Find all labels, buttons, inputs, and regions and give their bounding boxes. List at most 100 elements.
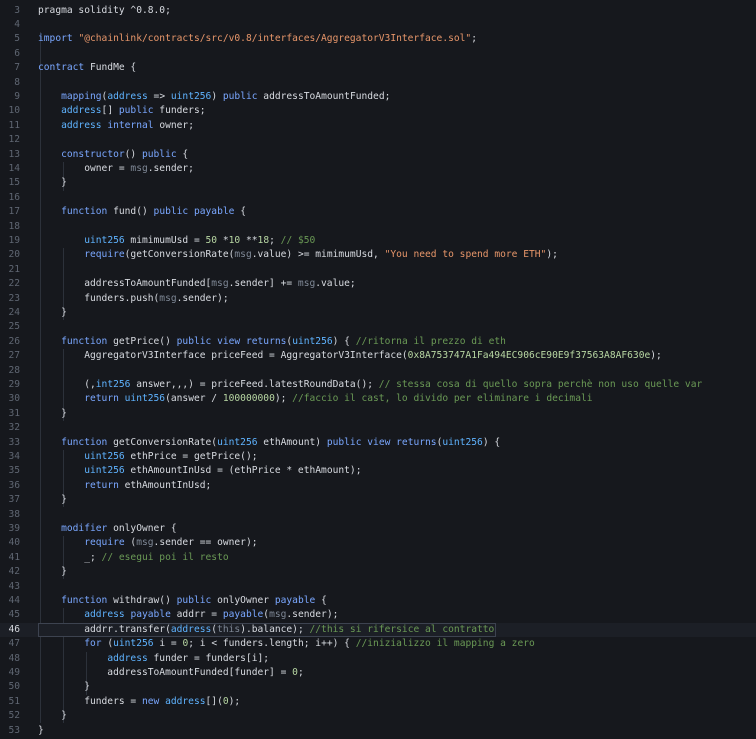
- code-line[interactable]: 17 function fund() public payable {: [0, 205, 756, 219]
- code-token: address: [107, 652, 148, 664]
- code-text[interactable]: mapping(address => uint256) public addre…: [38, 90, 390, 104]
- code-line[interactable]: 34 uint256 ethPrice = getPrice();: [0, 450, 756, 464]
- code-line[interactable]: 40 require (msg.sender == owner);: [0, 536, 756, 550]
- code-line[interactable]: 49 addressToAmountFunded[funder] = 0;: [0, 666, 756, 680]
- code-line[interactable]: 15 }: [0, 176, 756, 190]
- code-line[interactable]: 13 constructor() public {: [0, 148, 756, 162]
- code-line[interactable]: 46 addrr.transfer(address(this).balance)…: [0, 622, 756, 638]
- code-text[interactable]: owner = msg.sender;: [38, 162, 194, 176]
- code-line[interactable]: 6: [0, 47, 756, 61]
- code-line[interactable]: 32: [0, 421, 756, 435]
- code-line[interactable]: 12: [0, 133, 756, 147]
- code-text[interactable]: pragma solidity ^0.8.0;: [38, 4, 171, 18]
- code-line[interactable]: 44 function withdraw() public onlyOwner …: [0, 594, 756, 608]
- code-line[interactable]: 51 funders = new address[](0);: [0, 695, 756, 709]
- code-text[interactable]: funders = new address[](0);: [38, 695, 240, 709]
- code-line[interactable]: 5 import "@chainlink/contracts/src/v0.8/i…: [0, 32, 756, 46]
- code-text[interactable]: uint256 ethAmountInUsd = (ethPrice * eth…: [38, 464, 361, 478]
- code-line[interactable]: 45 address payable addrr = payable(msg.s…: [0, 608, 756, 622]
- code-line[interactable]: 3 pragma solidity ^0.8.0;: [0, 4, 756, 18]
- code-line[interactable]: 42 }: [0, 565, 756, 579]
- code-text[interactable]: contract FundMe {: [38, 61, 136, 75]
- code-line[interactable]: 11 address internal owner;: [0, 119, 756, 133]
- code-line[interactable]: 4: [0, 18, 756, 32]
- code-text[interactable]: return ethAmountInUsd;: [38, 479, 211, 493]
- code-line[interactable]: 18: [0, 220, 756, 234]
- code-line[interactable]: 48 address funder = funders[i];: [0, 652, 756, 666]
- code-text[interactable]: }: [38, 407, 67, 421]
- code-line[interactable]: 19 uint256 mimimumUsd = 50 *10 **18; // …: [0, 234, 756, 248]
- code-line[interactable]: 53}: [0, 724, 756, 738]
- code-line[interactable]: 25: [0, 320, 756, 334]
- code-text[interactable]: import "@chainlink/contracts/src/v0.8/in…: [38, 32, 477, 46]
- code-text[interactable]: function getConversionRate(uint256 ethAm…: [38, 436, 500, 450]
- code-text[interactable]: modifier onlyOwner {: [38, 522, 177, 536]
- code-text[interactable]: function getPrice() public view returns(…: [38, 335, 506, 349]
- code-line[interactable]: 16: [0, 191, 756, 205]
- code-line[interactable]: 33 function getConversionRate(uint256 et…: [0, 436, 756, 450]
- code-line[interactable]: 10 address[] public funders;: [0, 104, 756, 118]
- code-line[interactable]: 47 for (uint256 i = 0; i < funders.lengt…: [0, 637, 756, 651]
- code-token: uint256: [113, 638, 154, 650]
- code-line[interactable]: 14 owner = msg.sender;: [0, 162, 756, 176]
- code-line[interactable]: 8: [0, 76, 756, 90]
- code-line[interactable]: 43: [0, 580, 756, 594]
- code-text[interactable]: _; // esegui poi il resto: [38, 551, 228, 565]
- line-number: 52: [8, 710, 20, 722]
- code-token: constructor: [61, 148, 125, 160]
- code-line[interactable]: 26 function getPrice() public view retur…: [0, 335, 756, 349]
- code-text[interactable]: }: [38, 565, 67, 579]
- code-text[interactable]: function withdraw() public onlyOwner pay…: [38, 594, 327, 608]
- code-text[interactable]: }: [38, 724, 44, 738]
- code-line[interactable]: 41 _; // esegui poi il resto: [0, 551, 756, 565]
- code-token: function: [61, 206, 108, 218]
- code-text[interactable]: AggregatorV3Interface priceFeed = Aggreg…: [38, 349, 662, 363]
- code-text[interactable]: address internal owner;: [38, 119, 194, 133]
- code-text[interactable]: uint256 mimimumUsd = 50 *10 **18; // $50: [38, 234, 315, 248]
- code-text[interactable]: }: [38, 709, 67, 723]
- code-text[interactable]: address funder = funders[i];: [38, 652, 269, 666]
- code-text[interactable]: }: [38, 176, 67, 190]
- code-text[interactable]: }: [38, 306, 67, 320]
- code-text[interactable]: (,int256 answer,,,) = priceFeed.latestRo…: [38, 378, 702, 392]
- code-text[interactable]: for (uint256 i = 0; i < funders.length; …: [38, 637, 535, 651]
- code-line[interactable]: 39 modifier onlyOwner {: [0, 522, 756, 536]
- code-text[interactable]: return uint256(answer / 100000000); //fa…: [38, 392, 592, 406]
- code-line[interactable]: 27 AggregatorV3Interface priceFeed = Agg…: [0, 349, 756, 363]
- code-text[interactable]: funders.push(msg.sender);: [38, 292, 228, 306]
- code-line[interactable]: 31 }: [0, 407, 756, 421]
- code-text[interactable]: address payable addrr = payable(msg.send…: [38, 608, 338, 622]
- code-editor[interactable]: 3 pragma solidity ^0.8.0; 4 5 import "@chain…: [0, 0, 756, 739]
- code-text[interactable]: function fund() public payable {: [38, 205, 246, 219]
- code-text[interactable]: addrr.transfer(address(this).balance); /…: [38, 623, 494, 637]
- code-line[interactable]: 50 }: [0, 680, 756, 694]
- code-line[interactable]: 21: [0, 263, 756, 277]
- code-token: }: [38, 407, 67, 419]
- code-line[interactable]: 20 require(getConversionRate(msg.value) …: [0, 248, 756, 262]
- code-line[interactable]: 37 }: [0, 493, 756, 507]
- code-text[interactable]: addressToAmountFunded[funder] = 0;: [38, 666, 303, 680]
- code-line[interactable]: 7 contract FundMe {: [0, 61, 756, 75]
- code-text[interactable]: uint256 ethPrice = getPrice();: [38, 450, 257, 464]
- line-number: 3: [14, 4, 20, 16]
- code-line[interactable]: 28: [0, 364, 756, 378]
- code-line[interactable]: 36 return ethAmountInUsd;: [0, 479, 756, 493]
- code-line[interactable]: 22 addressToAmountFunded[msg.sender] += …: [0, 277, 756, 291]
- code-text[interactable]: require(getConversionRate(msg.value) >= …: [38, 248, 558, 262]
- code-line[interactable]: 35 uint256 ethAmountInUsd = (ethPrice * …: [0, 464, 756, 478]
- code-text[interactable]: address[] public funders;: [38, 104, 205, 118]
- code-line[interactable]: 23 funders.push(msg.sender);: [0, 292, 756, 306]
- code-text[interactable]: }: [38, 493, 67, 507]
- code-text[interactable]: constructor() public {: [38, 148, 188, 162]
- code-text[interactable]: require (msg.sender == owner);: [38, 536, 257, 550]
- code-line[interactable]: 30 return uint256(answer / 100000000); /…: [0, 392, 756, 406]
- code-text[interactable]: addressToAmountFunded[msg.sender] += msg…: [38, 277, 355, 291]
- code-line[interactable]: 29 (,int256 answer,,,) = priceFeed.lates…: [0, 378, 756, 392]
- code-line[interactable]: 24 }: [0, 306, 756, 320]
- code-line[interactable]: 52 }: [0, 709, 756, 723]
- code-line[interactable]: 38: [0, 508, 756, 522]
- code-token: public: [326, 436, 362, 448]
- code-line[interactable]: 9 mapping(address => uint256) public add…: [0, 90, 756, 104]
- code-token: contract: [38, 62, 90, 74]
- code-text[interactable]: }: [38, 680, 90, 694]
